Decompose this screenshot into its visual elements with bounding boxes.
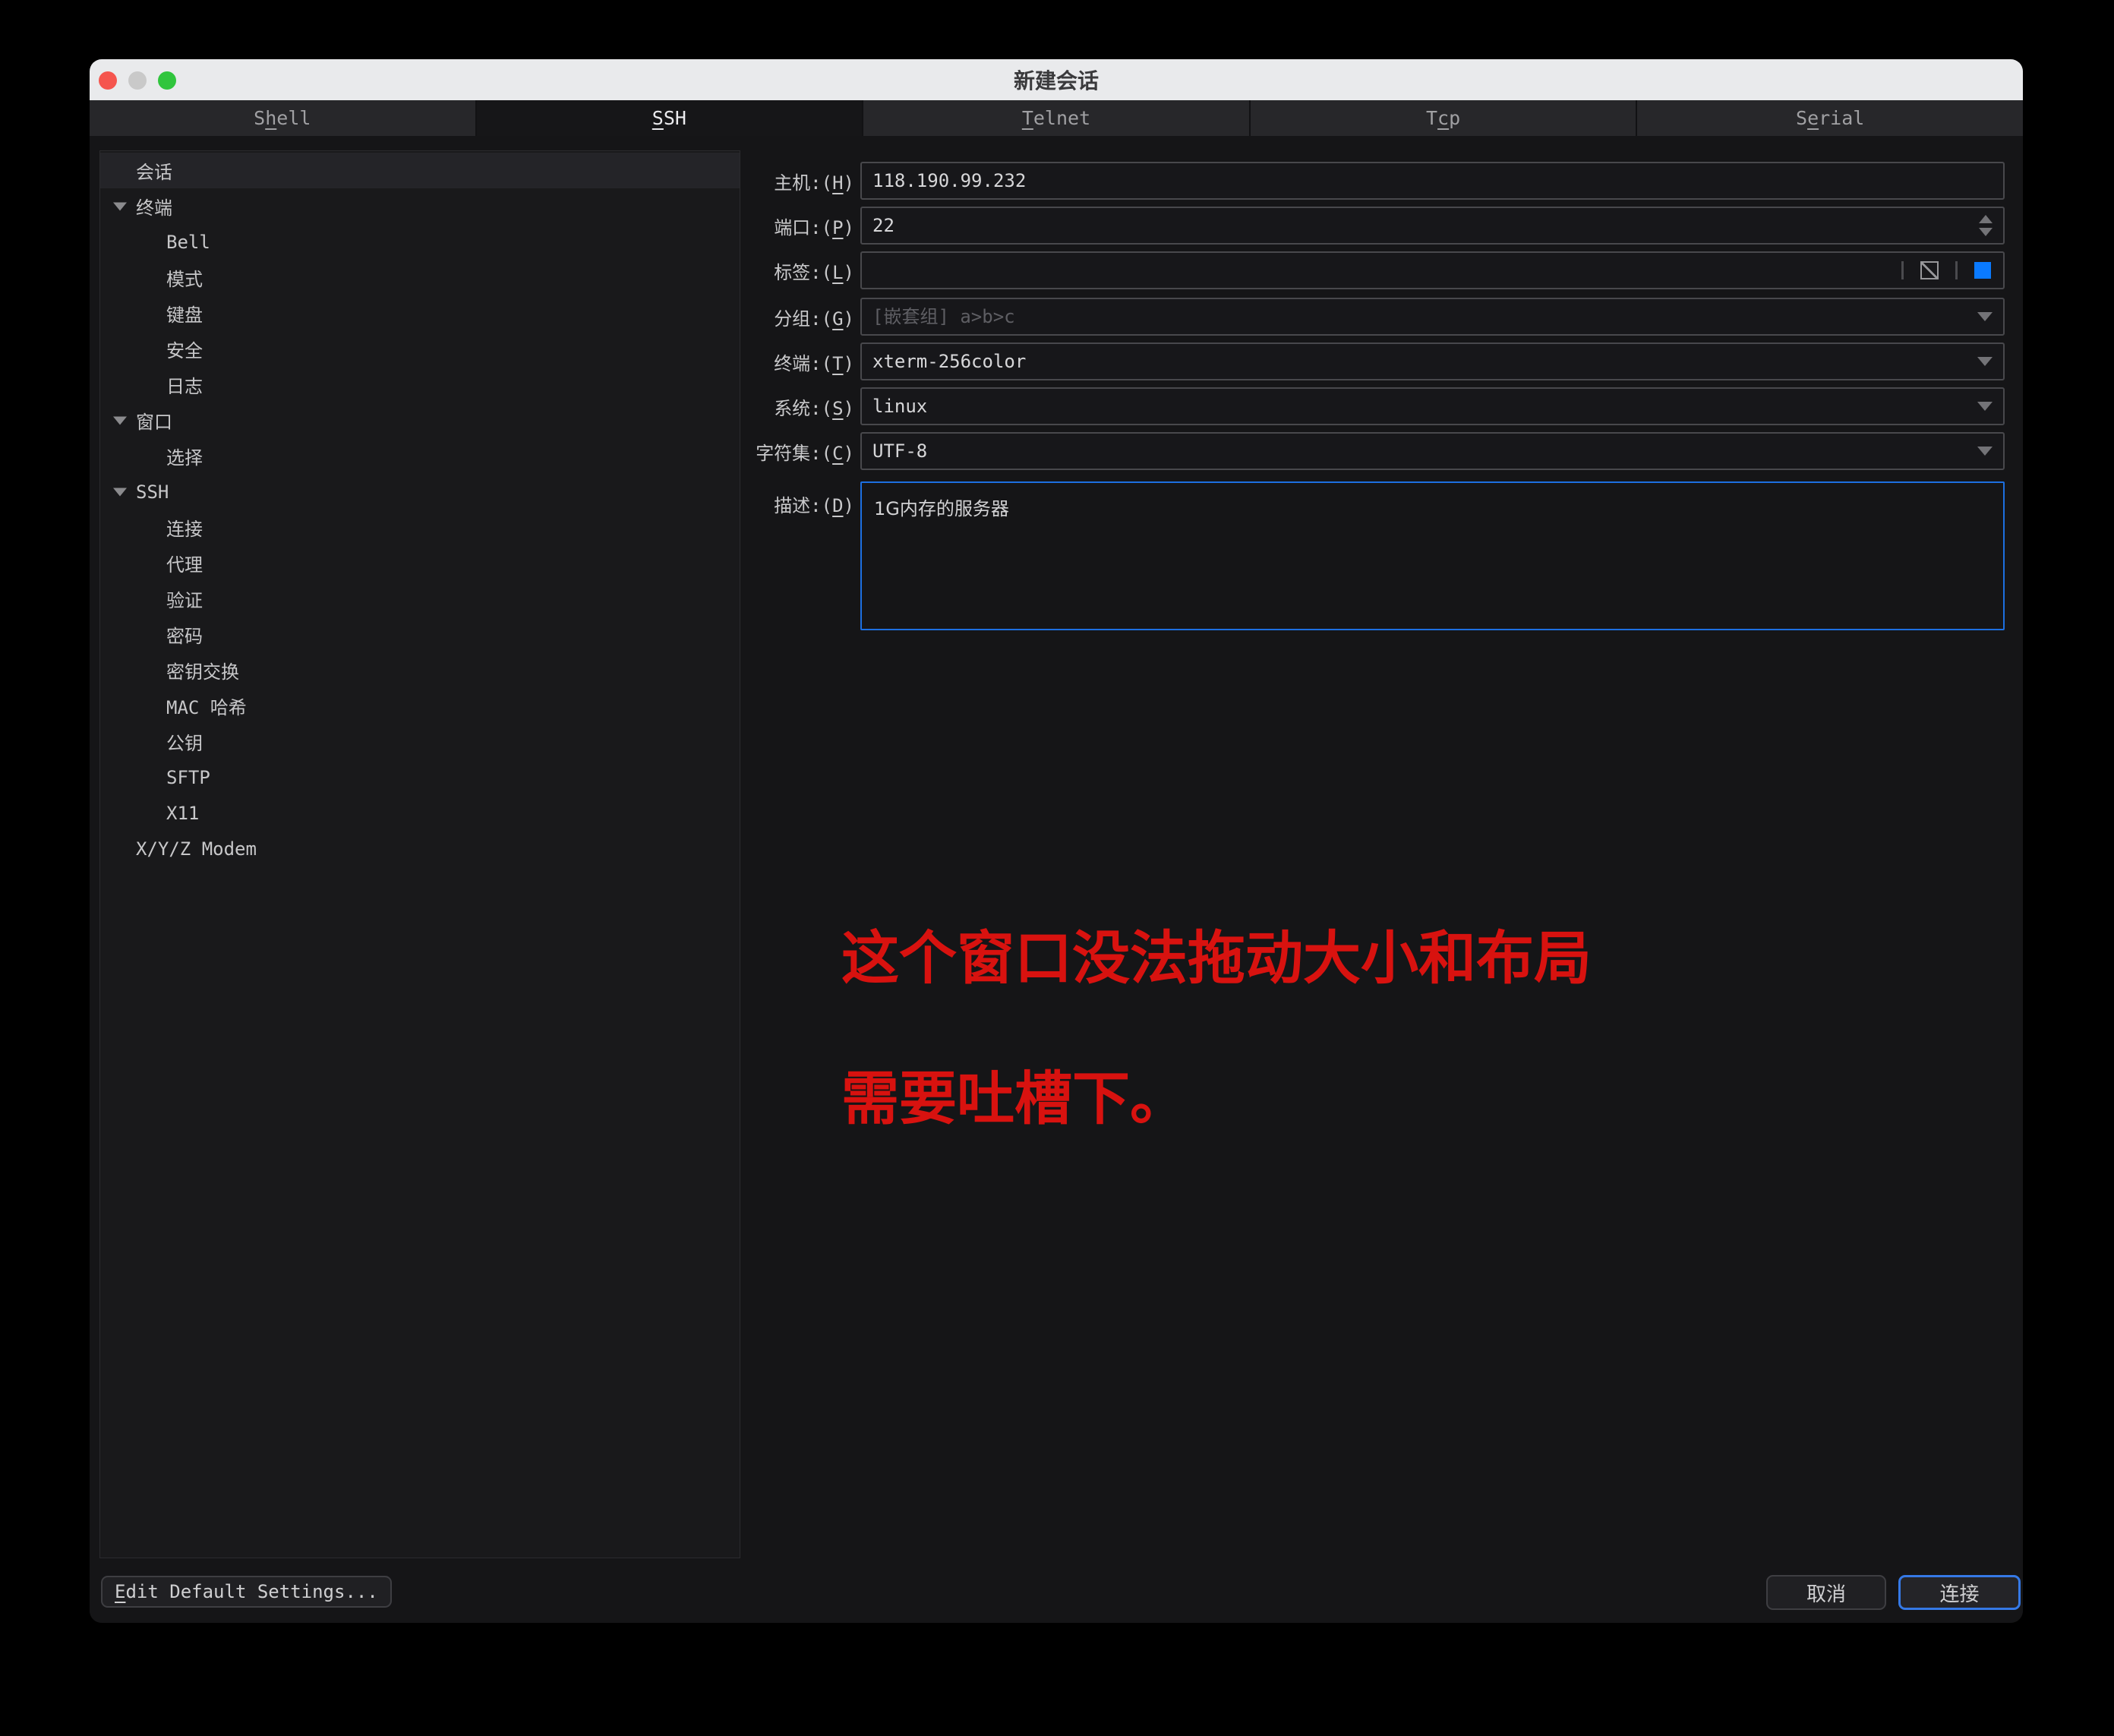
close-button[interactable]	[99, 71, 117, 90]
system-row: 系统:(S) linux	[750, 387, 2005, 425]
charset-select-value: UTF-8	[872, 440, 928, 462]
description-label: 描述:(D)	[774, 495, 854, 516]
tab-ssh-label: SSH	[652, 107, 686, 129]
port-input[interactable]	[872, 215, 1993, 236]
description-row: 描述:(D) 1G内存的服务器	[750, 481, 2005, 630]
spinner-up-icon[interactable]	[1979, 215, 1993, 223]
host-row: 主机:(H)	[750, 162, 2005, 200]
group-row: 分组:(G)	[750, 298, 2005, 336]
port-label: 端口:(P)	[774, 216, 854, 238]
blue-color-swatch-icon[interactable]	[1974, 262, 1991, 279]
tree-item-log[interactable]: 日志	[100, 367, 740, 402]
tag-input[interactable]	[872, 260, 1993, 281]
tab-tcp-label: Tcp	[1425, 107, 1461, 129]
tab-telnet[interactable]: Telnet	[863, 100, 1251, 136]
system-label: 系统:(S)	[774, 397, 854, 419]
spinner-down-icon[interactable]	[1979, 228, 1993, 236]
tree-item-public-key[interactable]: 公钥	[100, 724, 740, 759]
tree-item-mac-hash[interactable]: MAC 哈希	[100, 688, 740, 724]
terminal-select[interactable]: xterm-256color	[860, 342, 2005, 380]
tree-item-security[interactable]: 安全	[100, 331, 740, 367]
edit-default-settings-label: Edit Default Settings...	[115, 1581, 378, 1602]
terminal-label: 终端:(T)	[774, 352, 854, 374]
traffic-lights	[99, 71, 176, 90]
tree-item-window[interactable]: 窗口	[100, 402, 740, 438]
dropdown-arrow-icon[interactable]	[1977, 312, 1993, 321]
tree-item-key-exchange[interactable]: 密钥交换	[100, 652, 740, 688]
tree-item-xyz-modem[interactable]: X/Y/Z Modem	[100, 831, 740, 866]
group-combo-input[interactable]	[872, 306, 1993, 327]
tag-label: 标签:(L)	[774, 261, 854, 283]
tree-item-session[interactable]: 会话	[100, 153, 740, 188]
terminal-row: 终端:(T) xterm-256color	[750, 342, 2005, 380]
tab-telnet-label: Telnet	[1021, 107, 1091, 129]
host-label: 主机:(H)	[774, 172, 854, 194]
host-field-frame	[860, 162, 2005, 200]
tag-field-frame	[860, 251, 2005, 289]
tree-item-mode[interactable]: 模式	[100, 260, 740, 295]
new-session-dialog: 新建会话 Shell SSH Telnet Tcp Serial 会话 终端 B…	[90, 59, 2023, 1623]
charset-row: 字符集:(C) UTF-8	[750, 432, 2005, 470]
tree-item-terminal[interactable]: 终端	[100, 188, 740, 224]
group-field-frame	[860, 298, 2005, 336]
minimize-button[interactable]	[128, 71, 147, 90]
description-textarea[interactable]: 1G内存的服务器	[860, 481, 2005, 630]
swatch-separator	[1901, 261, 1904, 279]
tab-serial-label: Serial	[1796, 107, 1865, 129]
collapse-arrow-icon[interactable]	[113, 202, 127, 210]
connect-button[interactable]: 连接	[1898, 1575, 2021, 1610]
annotation-line-2: 需要吐槽下。	[841, 1065, 1188, 1132]
tree-item-password[interactable]: 密码	[100, 617, 740, 652]
tab-tcp[interactable]: Tcp	[1250, 100, 1638, 136]
cancel-button[interactable]: 取消	[1766, 1575, 1886, 1610]
port-spinner[interactable]	[1979, 215, 1993, 236]
title-bar: 新建会话	[90, 59, 2023, 100]
charset-label: 字符集:(C)	[756, 442, 854, 464]
tab-shell[interactable]: Shell	[90, 100, 477, 136]
tree-item-sftp[interactable]: SFTP	[100, 759, 740, 795]
window-title: 新建会话	[1013, 68, 1099, 93]
charset-select[interactable]: UTF-8	[860, 432, 2005, 470]
group-label: 分组:(G)	[774, 308, 854, 330]
tree-item-keyboard[interactable]: 键盘	[100, 295, 740, 331]
swatch-separator	[1955, 261, 1958, 279]
system-select-value: linux	[872, 396, 928, 417]
zoom-button[interactable]	[158, 71, 176, 90]
terminal-select-value: xterm-256color	[872, 351, 1027, 372]
tab-serial[interactable]: Serial	[1637, 100, 2023, 136]
tree-item-connect[interactable]: 连接	[100, 510, 740, 545]
tab-ssh[interactable]: SSH	[476, 100, 864, 136]
protocol-tabs: Shell SSH Telnet Tcp Serial	[90, 100, 2023, 136]
tree-item-ssh[interactable]: SSH	[100, 474, 740, 510]
collapse-arrow-icon[interactable]	[113, 416, 127, 425]
dropdown-arrow-icon[interactable]	[1977, 447, 1993, 456]
dropdown-arrow-icon[interactable]	[1977, 357, 1993, 366]
settings-tree: 会话 终端 Bell 模式 键盘 安全 日志 窗口 选择 SSH 连接 代理 验…	[99, 150, 740, 1558]
tree-item-x11[interactable]: X11	[100, 795, 740, 831]
tree-item-proxy[interactable]: 代理	[100, 545, 740, 581]
tree-item-bell[interactable]: Bell	[100, 224, 740, 260]
no-color-swatch-icon[interactable]	[1920, 261, 1939, 279]
collapse-arrow-icon[interactable]	[113, 488, 127, 496]
system-select[interactable]: linux	[860, 387, 2005, 425]
port-field-frame	[860, 207, 2005, 245]
annotation-line-1: 这个窗口没法拖动大小和布局	[841, 924, 1592, 992]
host-input[interactable]	[872, 170, 1993, 191]
tree-item-auth[interactable]: 验证	[100, 581, 740, 617]
tag-row: 标签:(L)	[750, 251, 2005, 289]
port-row: 端口:(P)	[750, 207, 2005, 245]
tag-color-swatches	[1901, 261, 1991, 279]
dialog-content: 会话 终端 Bell 模式 键盘 安全 日志 窗口 选择 SSH 连接 代理 验…	[90, 136, 2023, 1623]
edit-default-settings-button[interactable]: Edit Default Settings...	[101, 1576, 392, 1608]
tab-shell-label: Shell	[254, 107, 311, 129]
dropdown-arrow-icon[interactable]	[1977, 402, 1993, 411]
tree-item-select[interactable]: 选择	[100, 438, 740, 474]
